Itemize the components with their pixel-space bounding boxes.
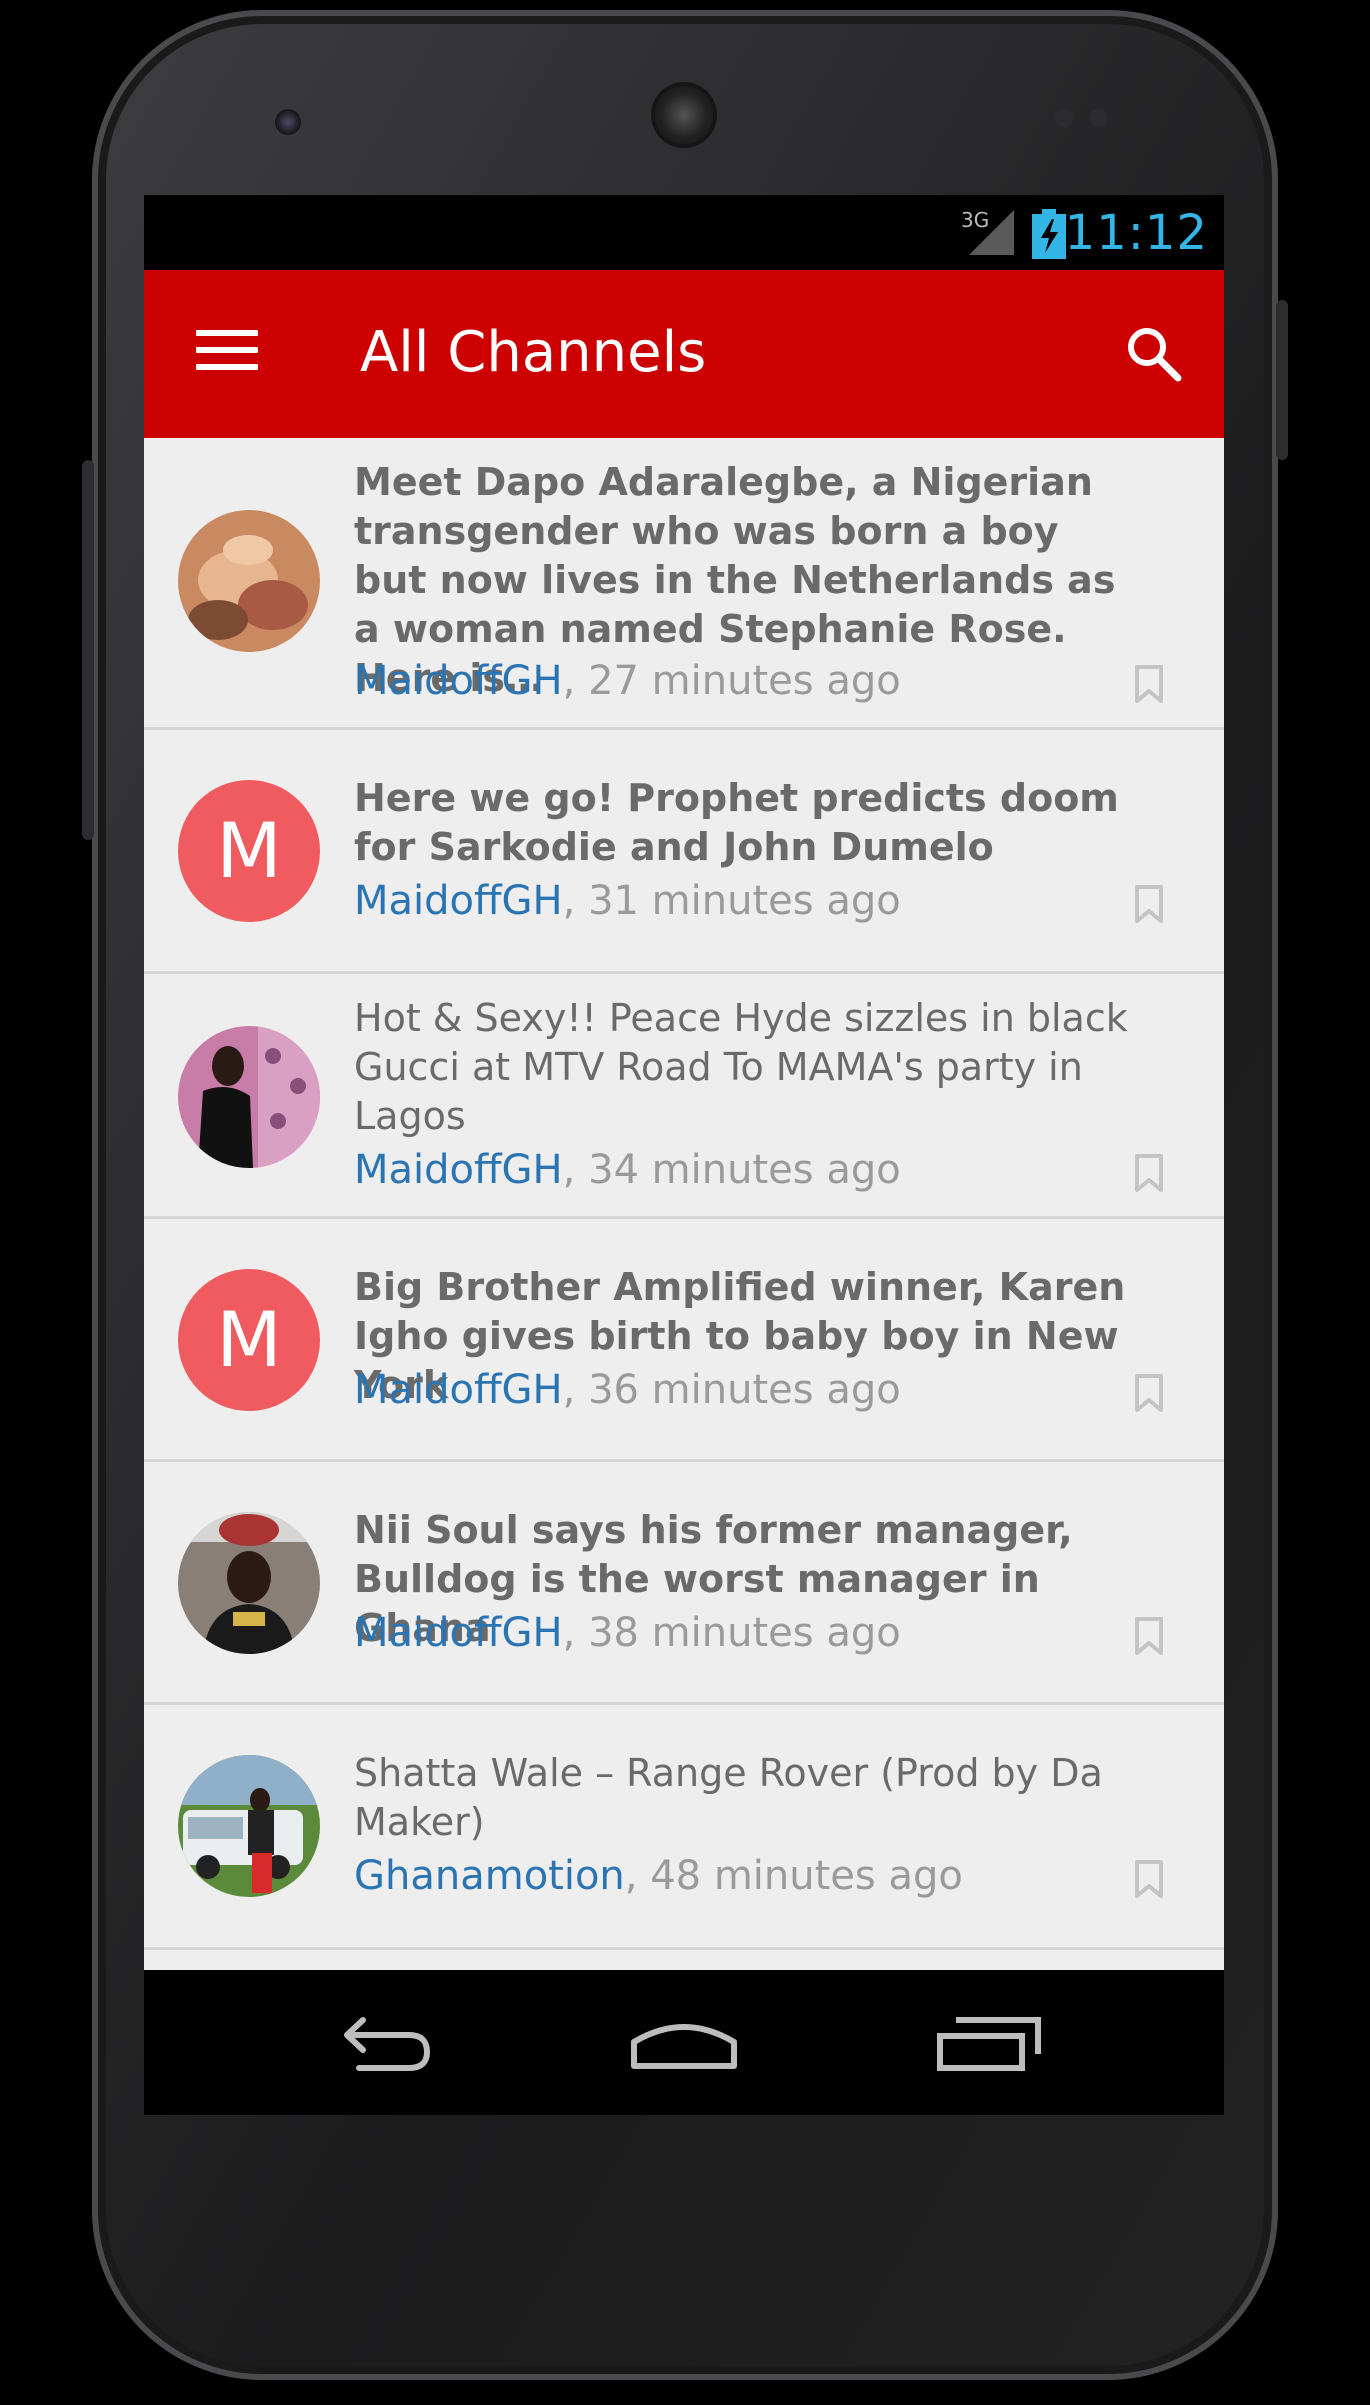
avatar: M xyxy=(178,1269,320,1411)
proximity-sensor xyxy=(1055,109,1073,127)
source-link[interactable]: MaidoffGH xyxy=(354,658,563,704)
timestamp: , 34 minutes ago xyxy=(562,1147,901,1193)
bookmark-icon[interactable] xyxy=(1134,1373,1164,1413)
list-item[interactable]: M Big Brother Amplified winner, Karen Ig… xyxy=(144,1219,1224,1462)
earpiece-speaker xyxy=(655,86,713,144)
search-icon[interactable] xyxy=(1124,324,1184,384)
battery-charging-icon xyxy=(1032,209,1066,259)
signal-3g-icon: 3G xyxy=(961,208,1014,255)
list-item[interactable]: Hot & Sexy!! Peace Hyde sizzles in black… xyxy=(144,974,1224,1219)
item-meta: MaidoffGH, 38 minutes ago xyxy=(354,1610,901,1656)
timestamp: , 27 minutes ago xyxy=(562,658,901,704)
bookmark-icon[interactable] xyxy=(1134,884,1164,924)
power-button xyxy=(1276,300,1288,460)
source-link[interactable]: MaidoffGH xyxy=(354,1147,563,1193)
timestamp: , 38 minutes ago xyxy=(562,1610,901,1656)
status-bar: 3G 11:12 xyxy=(144,195,1224,270)
light-sensor xyxy=(1090,109,1108,127)
list-item[interactable]: Shatta Wale – Range Rover (Prod by Da Ma… xyxy=(144,1705,1224,1950)
source-link[interactable]: Ghanamotion xyxy=(354,1853,625,1899)
page-title: All Channels xyxy=(360,320,707,385)
timestamp: , 36 minutes ago xyxy=(562,1367,901,1413)
list-item[interactable]: Nii Soul says his former manager, Bulldo… xyxy=(144,1462,1224,1705)
item-meta: MaidoffGH, 36 minutes ago xyxy=(354,1367,901,1413)
source-link[interactable]: MaidoffGH xyxy=(354,1610,563,1656)
volume-button xyxy=(82,460,94,840)
bookmark-icon[interactable] xyxy=(1134,664,1164,704)
back-icon[interactable] xyxy=(329,2010,439,2080)
headline[interactable]: Hot & Sexy!! Peace Hyde sizzles in black… xyxy=(354,994,1144,1141)
avatar xyxy=(178,1026,320,1168)
list-item[interactable]: Meet Dapo Adaralegbe, a Nigerian transge… xyxy=(144,438,1224,730)
item-meta: MaidoffGH, 34 minutes ago xyxy=(354,1147,901,1193)
status-clock: 11:12 xyxy=(1064,205,1208,261)
item-meta: MaidoffGH, 31 minutes ago xyxy=(354,878,901,924)
screen: 3G 11:12 All Channels Meet Dapo Adaraleg… xyxy=(144,195,1224,2115)
item-meta: MaidoffGH, 27 minutes ago xyxy=(354,658,901,704)
source-link[interactable]: MaidoffGH xyxy=(354,1367,563,1413)
news-feed-list: Meet Dapo Adaralegbe, a Nigerian transge… xyxy=(144,438,1224,1970)
list-item[interactable] xyxy=(144,1950,1224,1970)
home-icon[interactable] xyxy=(628,2010,740,2080)
hamburger-menu-icon[interactable] xyxy=(196,330,258,378)
avatar xyxy=(178,1512,320,1654)
bookmark-icon[interactable] xyxy=(1134,1859,1164,1899)
bookmark-icon[interactable] xyxy=(1134,1153,1164,1193)
svg-text:3G: 3G xyxy=(961,208,989,232)
app-bar: All Channels xyxy=(144,270,1224,438)
recent-apps-icon[interactable] xyxy=(934,2010,1044,2080)
timestamp: , 31 minutes ago xyxy=(562,878,901,924)
avatar: M xyxy=(178,780,320,922)
system-navigation-bar xyxy=(144,1970,1224,2115)
headline[interactable]: Shatta Wale – Range Rover (Prod by Da Ma… xyxy=(354,1749,1144,1847)
timestamp: , 48 minutes ago xyxy=(624,1853,963,1899)
list-item[interactable]: M Here we go! Prophet predicts doom for … xyxy=(144,730,1224,974)
avatar xyxy=(178,510,320,652)
avatar xyxy=(178,1755,320,1897)
front-camera xyxy=(275,109,301,135)
headline[interactable]: Here we go! Prophet predicts doom for Sa… xyxy=(354,774,1144,872)
bookmark-icon[interactable] xyxy=(1134,1616,1164,1656)
source-link[interactable]: MaidoffGH xyxy=(354,878,563,924)
item-meta: Ghanamotion, 48 minutes ago xyxy=(354,1853,963,1899)
